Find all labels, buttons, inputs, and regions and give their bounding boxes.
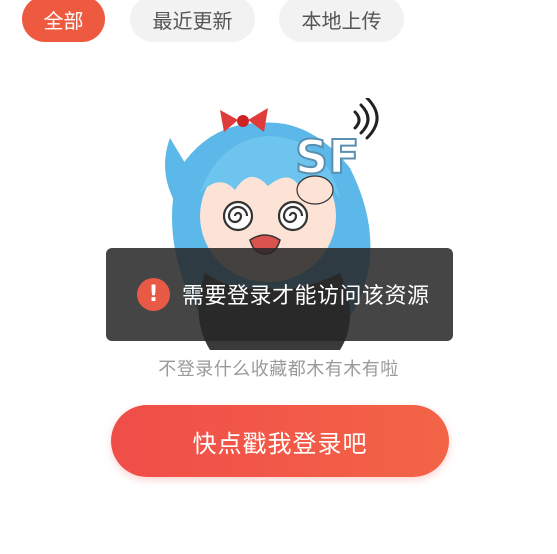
toast-message: 需要登录才能访问该资源 <box>182 284 430 309</box>
tab-all[interactable]: 全部 <box>22 0 105 42</box>
tab-recent[interactable]: 最近更新 <box>130 0 255 42</box>
sf-badge-text: SF <box>295 130 360 184</box>
tab-local-upload[interactable]: 本地上传 <box>279 0 404 42</box>
bookshelf-page: 全部 最近更新 本地上传 SF ! 需要登录才能访问该资源 不登录什么收藏都木有… <box>0 0 557 554</box>
login-required-toast: ! 需要登录才能访问该资源 <box>106 248 453 341</box>
empty-state-hint: 不登录什么收藏都木有木有啦 <box>158 359 399 380</box>
login-button[interactable]: 快点戳我登录吧 <box>111 405 449 477</box>
alert-icon: ! <box>137 278 170 311</box>
